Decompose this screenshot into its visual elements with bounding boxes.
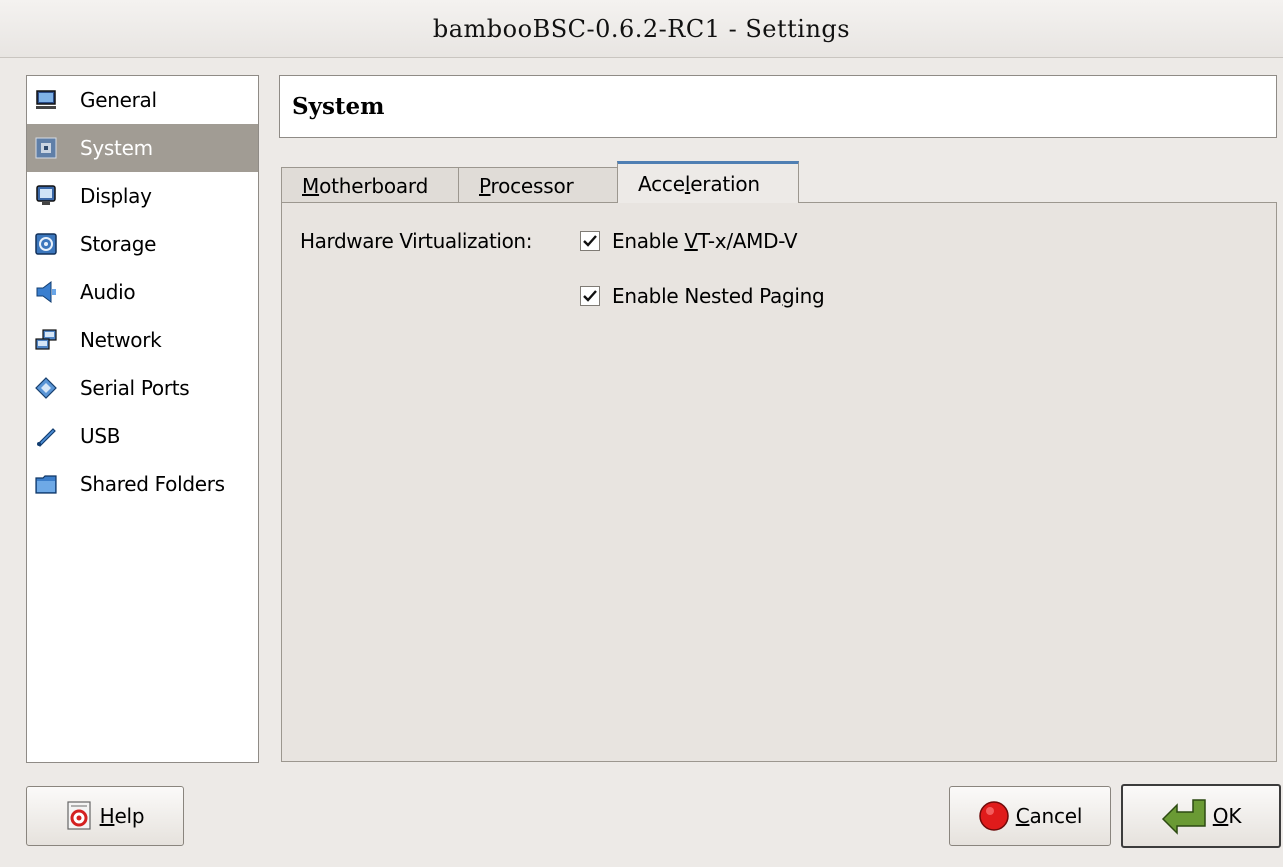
enable-nested-paging-checkbox-row[interactable]: Enable Nested Paging <box>580 284 825 308</box>
disk-icon <box>35 233 57 255</box>
enable-vtx-checkbox[interactable] <box>580 231 600 251</box>
sidebar-item-display[interactable]: Display <box>27 172 258 220</box>
sidebar-item-storage[interactable]: Storage <box>27 220 258 268</box>
sidebar-item-label: Display <box>80 184 152 208</box>
chip-icon <box>35 137 57 159</box>
sidebar-item-label: Shared Folders <box>80 472 225 496</box>
monitor-icon <box>35 89 57 111</box>
tab-motherboard[interactable]: Motherboard <box>281 167 459 203</box>
return-arrow-icon <box>1161 797 1207 835</box>
settings-window: bambooBSC-0.6.2-RC1 - Settings General S… <box>0 0 1283 867</box>
tab-label: Processor <box>479 173 574 198</box>
sidebar-item-label: Audio <box>80 280 136 304</box>
checkmark-icon <box>583 290 597 302</box>
sidebar-item-general[interactable]: General <box>27 76 258 124</box>
cancel-button-label: Cancel <box>1015 804 1083 828</box>
network-icon <box>35 329 57 351</box>
sidebar-item-serial-ports[interactable]: Serial Ports <box>27 364 258 412</box>
help-icon <box>66 801 94 831</box>
usb-icon <box>35 425 57 447</box>
sidebar-item-shared-folders[interactable]: Shared Folders <box>27 460 258 508</box>
checkmark-icon <box>583 235 597 247</box>
tab-acceleration[interactable]: Acceleration <box>617 161 799 203</box>
hardware-virtualization-label: Hardware Virtualization: <box>300 229 533 253</box>
tab-label: Acceleration <box>638 171 760 196</box>
display-icon <box>35 185 57 207</box>
ok-button-label: OK <box>1212 804 1242 828</box>
sidebar-item-audio[interactable]: Audio <box>27 268 258 316</box>
page-title: System <box>292 93 385 120</box>
sidebar-item-label: Serial Ports <box>80 376 190 400</box>
sidebar-item-label: USB <box>80 424 121 448</box>
enable-nested-paging-label: Enable Nested Paging <box>612 284 825 308</box>
serial-port-icon <box>35 377 57 399</box>
cancel-button[interactable]: Cancel <box>949 786 1111 846</box>
enable-vtx-checkbox-row[interactable]: Enable VT-x/AMD-V <box>580 229 798 253</box>
help-button[interactable]: Help <box>26 786 184 846</box>
sidebar-item-label: Storage <box>80 232 157 256</box>
page-header: System <box>279 75 1277 138</box>
sidebar-item-label: System <box>80 136 153 160</box>
tab-processor[interactable]: Processor <box>458 167 618 203</box>
sidebar-item-usb[interactable]: USB <box>27 412 258 460</box>
folder-icon <box>35 473 57 495</box>
speaker-icon <box>35 281 57 303</box>
sidebar-item-label: Network <box>80 328 162 352</box>
tab-label: Motherboard <box>302 173 429 198</box>
sidebar-item-network[interactable]: Network <box>27 316 258 364</box>
window-title: bambooBSC-0.6.2-RC1 - Settings <box>432 14 851 43</box>
sidebar-item-label: General <box>80 88 157 112</box>
tab-bar: Motherboard Processor Acceleration <box>281 161 799 203</box>
help-button-label: Help <box>99 804 145 828</box>
title-bar[interactable]: bambooBSC-0.6.2-RC1 - Settings <box>0 0 1283 58</box>
enable-vtx-label: Enable VT-x/AMD-V <box>612 229 798 253</box>
acceleration-panel: Hardware Virtualization: Enable VT-x/AMD… <box>281 202 1277 762</box>
settings-sidebar: General System Display Storage Audio Net… <box>26 75 259 763</box>
enable-nested-paging-checkbox[interactable] <box>580 286 600 306</box>
sidebar-item-system[interactable]: System <box>27 124 258 172</box>
stop-icon <box>978 800 1010 832</box>
ok-button[interactable]: OK <box>1121 784 1281 848</box>
